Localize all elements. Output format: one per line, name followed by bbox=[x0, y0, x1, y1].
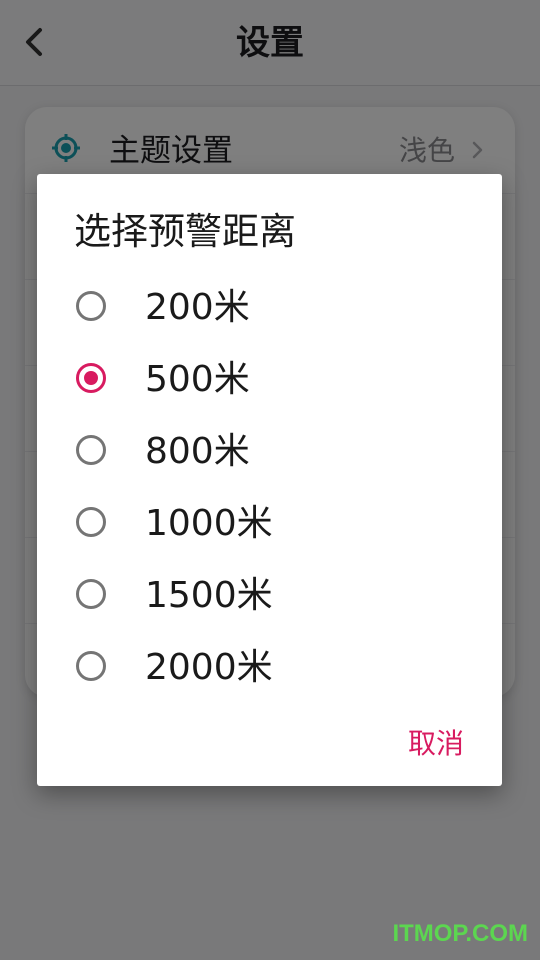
radio-button[interactable] bbox=[76, 291, 106, 321]
radio-button[interactable] bbox=[76, 651, 106, 681]
option-label: 800米 bbox=[145, 431, 250, 472]
option-200[interactable]: 200米 bbox=[37, 272, 502, 344]
warning-distance-dialog: 选择预警距离 200米 500米 800米 1000米 1500米 2000米 … bbox=[37, 174, 502, 786]
option-1500[interactable]: 1500米 bbox=[37, 560, 502, 632]
radio-button-checked[interactable] bbox=[76, 363, 106, 393]
option-label: 1000米 bbox=[145, 503, 273, 544]
radio-button[interactable] bbox=[76, 507, 106, 537]
option-800[interactable]: 800米 bbox=[37, 416, 502, 488]
dialog-title: 选择预警距离 bbox=[74, 210, 296, 253]
option-2000[interactable]: 2000米 bbox=[37, 632, 502, 704]
watermark: ITMOP.COM bbox=[392, 920, 528, 947]
radio-button[interactable] bbox=[76, 579, 106, 609]
option-label: 1500米 bbox=[145, 575, 273, 616]
distance-options: 200米 500米 800米 1000米 1500米 2000米 bbox=[37, 272, 502, 704]
option-1000[interactable]: 1000米 bbox=[37, 488, 502, 560]
cancel-button[interactable]: 取消 bbox=[408, 722, 464, 766]
option-label: 2000米 bbox=[145, 647, 273, 688]
option-label: 200米 bbox=[145, 287, 250, 328]
radio-button[interactable] bbox=[76, 435, 106, 465]
option-label: 500米 bbox=[145, 359, 250, 400]
option-500[interactable]: 500米 bbox=[37, 344, 502, 416]
